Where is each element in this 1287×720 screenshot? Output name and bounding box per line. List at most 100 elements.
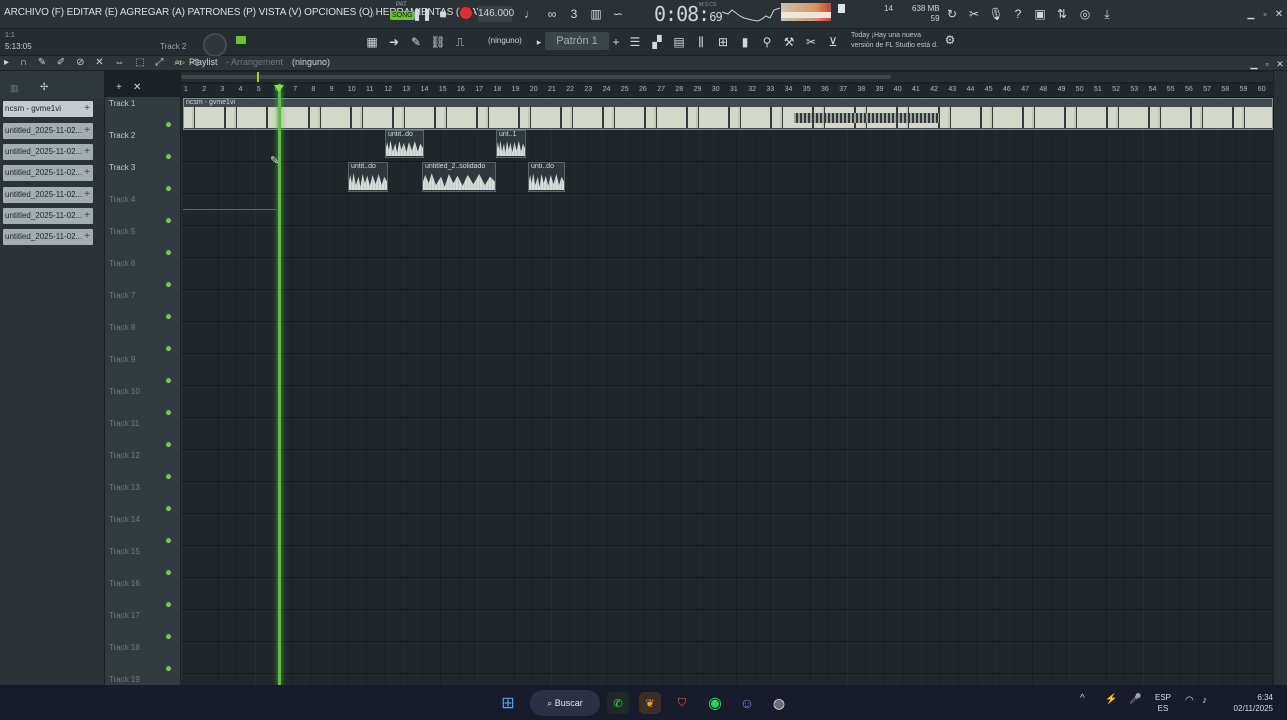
track-mute-led[interactable]: [166, 250, 171, 255]
add-clip-icon[interactable]: +: [84, 229, 90, 245]
track-mute-led[interactable]: [166, 506, 171, 511]
playlist-tools[interactable]: ▸ ∩ ✎ ✐ ⊘ ✕ ⇔ ⬚ ⤢ ⌕ ◁: [4, 57, 202, 68]
add-pattern-icon[interactable]: +: [607, 33, 625, 51]
brave-icon[interactable]: ⛉: [671, 692, 693, 714]
track-name[interactable]: Track 11: [109, 419, 139, 428]
stamp-icon[interactable]: ⎍: [451, 33, 469, 51]
add-track-icon[interactable]: +: [116, 82, 122, 93]
add-clip-icon[interactable]: +: [84, 187, 90, 203]
language-indicator[interactable]: ESP ES: [1155, 692, 1171, 714]
step-edit-icon[interactable]: ▥: [587, 5, 605, 23]
clip-source-item[interactable]: untitled_2025-11-02... +: [3, 208, 93, 224]
obs-icon[interactable]: ◍: [768, 692, 790, 714]
blend-notes-icon[interactable]: ∽: [609, 5, 627, 23]
track-name[interactable]: Track 2: [109, 131, 135, 140]
remove-icon[interactable]: ✕: [133, 82, 141, 93]
track-mute-led[interactable]: [166, 474, 171, 479]
volume-icon[interactable]: ♪: [1202, 695, 1207, 706]
piano-roll-icon[interactable]: ▤: [670, 33, 688, 51]
track-name[interactable]: Track 5: [109, 227, 135, 236]
clip-source-item[interactable]: ncsm - gvme1vi +: [3, 101, 93, 117]
audio-clip[interactable]: untitled_2..solidado: [422, 162, 496, 192]
track-mute-led[interactable]: [166, 346, 171, 351]
mic-tray-icon[interactable]: 🎤: [1129, 694, 1141, 705]
audio-clip[interactable]: ncsm - gvme1vi: [183, 98, 1273, 130]
playlist-grid[interactable]: [181, 97, 1273, 685]
timeline-ruler[interactable]: 1 2 3 4 5 6 7 8 9 10 11 12 13 14 15 16 17 18 19 20 21 22 23 24 2…: [181, 84, 1273, 98]
close-icon[interactable]: ✕: [1270, 5, 1287, 23]
tools-icon[interactable]: ✂: [965, 5, 983, 23]
piano-icon[interactable]: ▦: [363, 33, 381, 51]
link-icon[interactable]: ⛓: [429, 33, 447, 51]
add-clip-icon[interactable]: +: [84, 165, 90, 181]
audio-clip[interactable]: unti..do: [528, 162, 565, 192]
track-mute-led[interactable]: [166, 538, 171, 543]
track-name[interactable]: Track 16: [109, 579, 140, 588]
snap-selector[interactable]: (ninguno): [488, 36, 522, 45]
track-mute-led[interactable]: [166, 186, 171, 191]
metronome-icon[interactable]: ♩: [521, 5, 539, 23]
chat-icon[interactable]: ◎: [1076, 5, 1094, 23]
track-mute-led[interactable]: [166, 122, 171, 127]
mixer-icon[interactable]: ⇅: [1053, 5, 1071, 23]
wrench-icon[interactable]: ⚒: [780, 33, 798, 51]
track-name[interactable]: Track 19: [109, 675, 140, 684]
add-clip-icon[interactable]: +: [84, 208, 90, 224]
master-pitch-knob[interactable]: [203, 33, 227, 57]
track-mute-led[interactable]: [166, 314, 171, 319]
microphone-icon[interactable]: 🎙: [987, 5, 1005, 23]
record-button[interactable]: [458, 5, 474, 21]
add-clip-icon[interactable]: +: [84, 144, 90, 160]
audio-clip[interactable]: unt..1: [496, 130, 526, 158]
track-mute-led[interactable]: [166, 442, 171, 447]
pattern-selector[interactable]: Patrón 1: [545, 32, 609, 50]
playlist-play-icon[interactable]: ◃▹: [176, 57, 185, 68]
track-name[interactable]: Track 9: [109, 355, 135, 364]
horizontal-scrollbar[interactable]: [181, 72, 1273, 82]
track-mute-led[interactable]: [166, 410, 171, 415]
step-sequencer-icon[interactable]: ▞: [648, 33, 666, 51]
countdown-icon[interactable]: 3: [565, 5, 583, 23]
track-name[interactable]: Track 10: [109, 387, 140, 396]
track-name[interactable]: Track 12: [109, 451, 140, 460]
audio-clip[interactable]: untit..do: [385, 130, 424, 158]
playhead[interactable]: [278, 84, 281, 685]
track-name[interactable]: Track 15: [109, 547, 140, 556]
windows-start-icon[interactable]: ⊞: [497, 692, 519, 714]
track-mute-led[interactable]: [166, 666, 171, 671]
tempo-display[interactable]: 146.000: [478, 6, 514, 22]
save-icon[interactable]: ▣: [1031, 5, 1049, 23]
news-panel[interactable]: Today ¡Hay una nueva versión de FL Studio…: [851, 31, 947, 51]
spotify-icon[interactable]: ◉: [704, 692, 726, 714]
track-name[interactable]: Track 7: [109, 291, 135, 300]
taskbar-search[interactable]: ⌕ Buscar: [530, 690, 600, 716]
arrangement-label[interactable]: - Arrangement: [226, 57, 283, 67]
wifi-icon[interactable]: ◠: [1185, 695, 1194, 706]
scrollbar-thumb[interactable]: [181, 75, 891, 79]
add-clip-icon[interactable]: +: [84, 123, 90, 139]
whatsapp-icon[interactable]: ✆: [607, 692, 629, 714]
track-mute-led[interactable]: [166, 570, 171, 575]
refresh-icon[interactable]: ↻: [943, 5, 961, 23]
stop-icon[interactable]: ■: [434, 5, 452, 23]
playlist-selected-pattern[interactable]: (ninguno): [292, 57, 330, 67]
clip-source-item[interactable]: untitled_2025-11-02... +: [3, 187, 93, 203]
volume-slider-icon[interactable]: [838, 4, 845, 13]
track-mute-led[interactable]: [166, 602, 171, 607]
plugin-icon[interactable]: ⚲: [758, 33, 776, 51]
audio-clip[interactable]: untit..do: [348, 162, 388, 192]
system-tray-toggle[interactable]: ^: [1080, 693, 1085, 704]
track-mute-led[interactable]: [166, 378, 171, 383]
track-name[interactable]: Track 18: [109, 643, 140, 652]
usb-icon[interactable]: ⚡: [1105, 694, 1117, 705]
playhead-marker[interactable]: [274, 85, 284, 92]
clip-source-item[interactable]: untitled_2025-11-02... +: [3, 165, 93, 181]
track-mute-led[interactable]: [166, 218, 171, 223]
add-clip-icon[interactable]: +: [84, 101, 90, 117]
hint-icon[interactable]: ◌: [362, 5, 380, 23]
vertical-scrollbar[interactable]: [1274, 71, 1287, 685]
track-mute-led[interactable]: [166, 282, 171, 287]
track-mute-led[interactable]: [166, 634, 171, 639]
playlist-icon[interactable]: ☰: [626, 33, 644, 51]
track-name[interactable]: Track 6: [109, 259, 135, 268]
